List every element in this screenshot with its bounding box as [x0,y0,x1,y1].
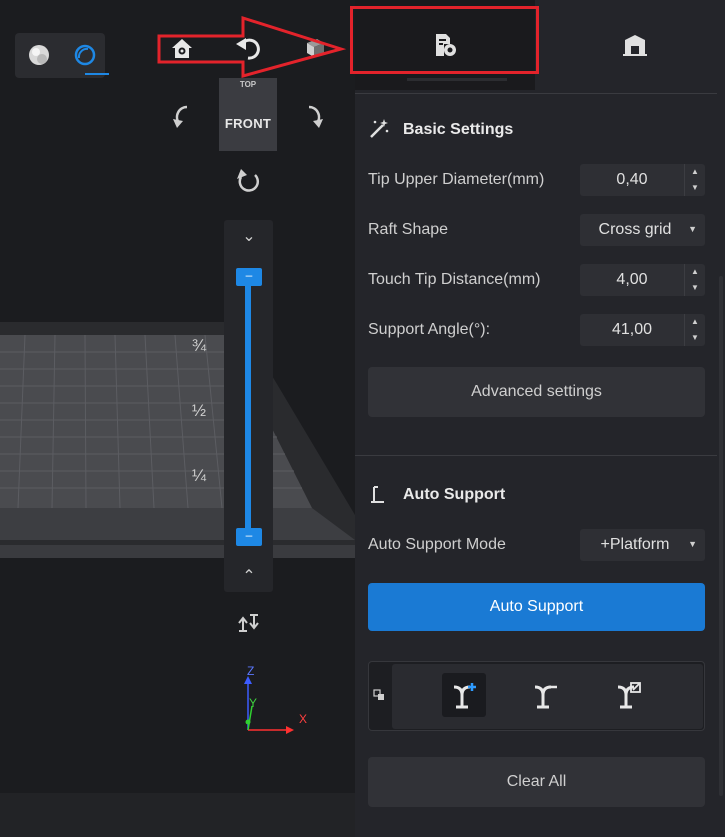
dropdown-caret-icon: ▼ [688,224,697,234]
magic-wand-icon [370,119,389,138]
support-angle-input[interactable]: 41,00 ▲ ▼ [580,314,705,346]
render-mode-toggle [15,33,109,78]
layer-bottom-handle[interactable]: – [236,528,262,546]
edit-support-tool[interactable] [606,673,650,717]
solid-shading-icon[interactable] [27,43,51,67]
touch-tip-distance-value: 4,00 [616,271,648,288]
auto-support-mode-label: Auto Support Mode [368,536,506,553]
panel-scrollbar[interactable] [719,276,723,796]
remove-support-icon [534,685,557,709]
axis-z-label: Z [247,664,255,678]
active-render-indicator [85,73,109,75]
increment-arrow-icon[interactable]: ▲ [685,164,705,180]
support-angle-value: 41,00 [611,321,653,338]
touch-tip-distance-label: Touch Tip Distance(mm) [368,271,541,288]
auto-support-button[interactable]: Auto Support [368,583,705,631]
xray-shading-icon[interactable] [73,43,97,67]
viewport-status-strip [0,793,355,837]
layer-range-bar [245,275,251,537]
raft-shape-select[interactable]: Cross grid ▼ [580,214,705,246]
layer-up-chevron-icon[interactable]: ⌃ [237,566,261,586]
dropdown-caret-icon: ▼ [688,539,697,549]
auto-support-mode-value: +Platform [600,536,670,553]
cube-front-label: FRONT [224,116,272,131]
basic-settings-title: Basic Settings [403,121,514,138]
clear-all-button[interactable]: Clear All [368,757,705,807]
touch-tip-distance-stepper: ▲ ▼ [684,264,705,296]
decrement-arrow-icon[interactable]: ▼ [685,330,705,346]
increment-arrow-icon[interactable]: ▲ [685,264,705,280]
decrement-arrow-icon[interactable]: ▼ [685,280,705,296]
view-cube[interactable]: TOP FRONT [219,78,277,151]
raft-shape-value: Cross grid [598,221,672,238]
layer-mark-three-quarter: ¾ [191,336,207,355]
layer-top-handle[interactable]: – [236,268,262,286]
decrement-arrow-icon[interactable]: ▼ [685,180,705,196]
support-angle-stepper: ▲ ▼ [684,314,705,346]
layer-range-swap-icon[interactable] [234,608,264,638]
rotate-left-icon[interactable] [167,101,197,131]
cube-top-label: TOP [239,80,257,89]
add-support-icon [453,683,476,709]
remove-support-tool[interactable] [523,673,567,717]
axis-y-label: Y [249,696,258,710]
rotate-down-icon[interactable] [233,165,263,195]
layer-mark-half: ½ [191,401,207,420]
edit-support-icon [617,682,641,709]
collapse-toolbar-icon[interactable] [373,689,387,703]
advanced-settings-button[interactable]: Advanced settings [368,367,705,417]
layer-down-chevron-icon[interactable]: ⌄ [237,226,261,246]
tab-active-underline [407,78,507,81]
tip-upper-diameter-input[interactable]: 0,40 ▲ ▼ [580,164,705,196]
touch-tip-distance-input[interactable]: 4,00 ▲ ▼ [580,264,705,296]
auto-support-title: Auto Support [403,486,506,503]
add-support-tool[interactable] [442,673,486,717]
axis-x-label: X [299,712,308,726]
support-angle-label: Support Angle(°): [368,321,491,338]
section-divider [355,455,717,456]
tip-upper-diameter-label: Tip Upper Diameter(mm) [368,171,545,188]
tab-divider [355,93,717,94]
raft-base-icon [623,35,647,56]
tip-upper-diameter-stepper: ▲ ▼ [684,164,705,196]
tip-upper-diameter-value: 0,40 [616,171,648,188]
auto-support-mode-select[interactable]: +Platform ▼ [580,529,705,561]
increment-arrow-icon[interactable]: ▲ [685,314,705,330]
raft-shape-label: Raft Shape [368,221,449,238]
layer-mark-quarter: ¼ [191,466,207,485]
support-pillar-icon [371,486,384,503]
tab-raft-settings[interactable] [545,0,725,90]
rotate-right-icon[interactable] [299,101,329,131]
annotation-arrow [157,15,347,78]
annotation-highlight-box [350,6,539,74]
